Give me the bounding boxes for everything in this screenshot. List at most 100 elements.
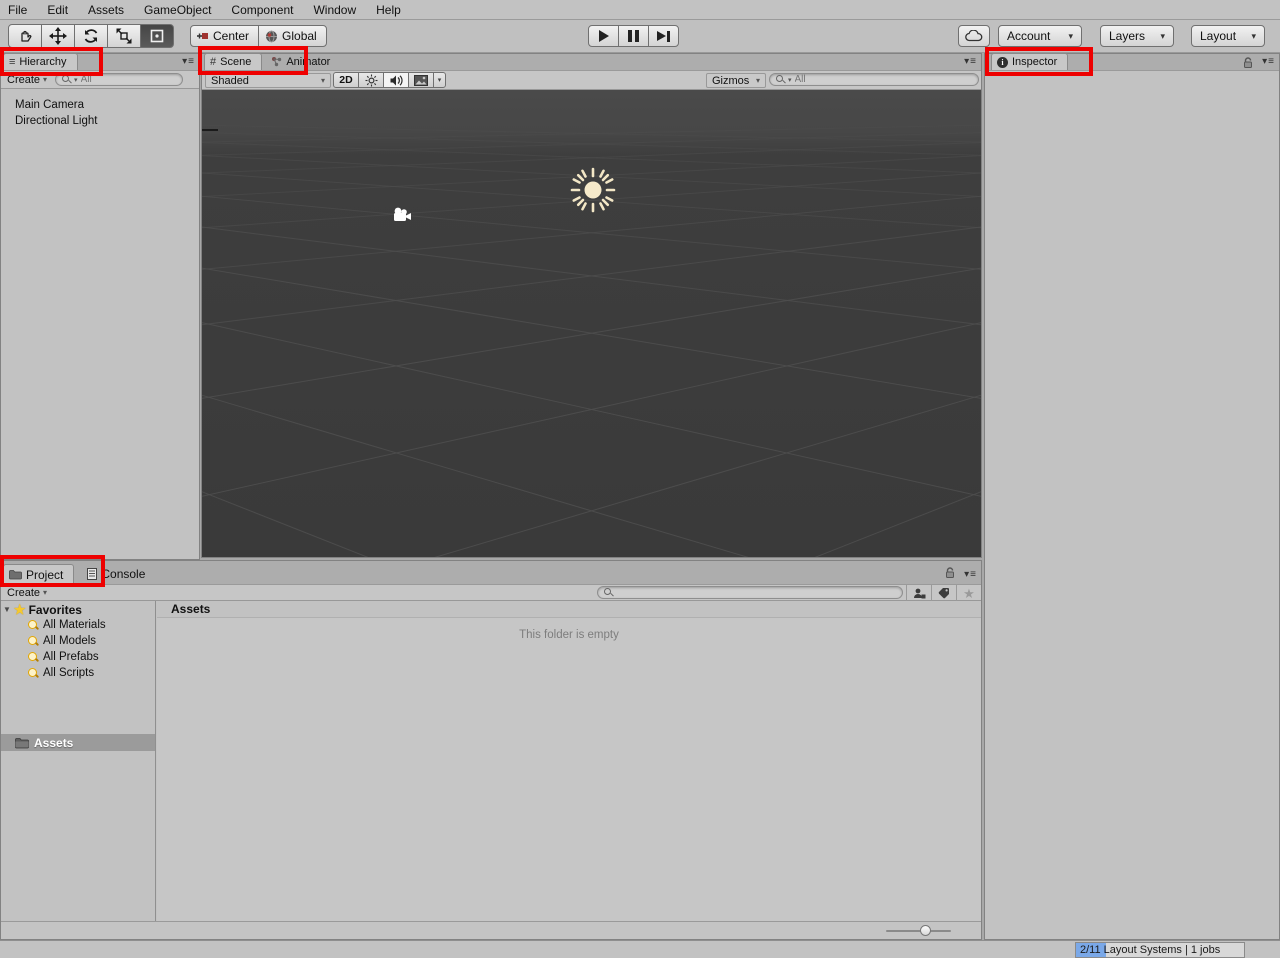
folder-icon	[9, 569, 22, 580]
toggle-2d-button[interactable]: 2D	[333, 72, 359, 88]
scene-audio-button[interactable]	[383, 72, 409, 88]
status-message: 2/11 Layout Systems | 1 jobs	[1080, 944, 1220, 956]
background-tasks-status[interactable]: 2/11 Layout Systems | 1 jobs	[1075, 942, 1245, 958]
project-search-field[interactable]	[597, 586, 903, 599]
layout-dropdown[interactable]: Layout ▾	[1191, 25, 1265, 47]
step-icon	[657, 31, 670, 42]
assets-pane[interactable]: Assets This folder is empty	[157, 601, 981, 921]
scene-search-field[interactable]: ▾	[769, 73, 979, 86]
hierarchy-panel: ≡ Hierarchy ▾≡ Create ▾ ▾ Main Camera Di…	[0, 53, 200, 560]
directional-light-gizmo[interactable]	[570, 167, 616, 213]
grid-hash-icon: #	[210, 56, 216, 68]
favorite-all-prefabs[interactable]: All Prefabs	[1, 649, 155, 665]
hierarchy-create-dropdown[interactable]: Create ▾	[1, 71, 53, 88]
favorites-header[interactable]: ▼ ★ Favorites	[1, 602, 155, 617]
favorite-all-scripts[interactable]: All Scripts	[1, 665, 155, 681]
scene-effects-button[interactable]	[408, 72, 434, 88]
play-button[interactable]	[588, 25, 619, 47]
draw-mode-dropdown[interactable]: Shaded ▾	[205, 73, 331, 88]
menu-gameobject[interactable]: GameObject	[134, 0, 221, 20]
gizmos-dropdown[interactable]: Gizmos ▾	[706, 73, 766, 88]
tab-hierarchy[interactable]: ≡ Hierarchy	[3, 53, 78, 70]
rect-tool-button[interactable]	[140, 24, 174, 48]
step-button[interactable]	[648, 25, 679, 47]
expander-icon[interactable]: ▼	[3, 605, 11, 614]
menu-help[interactable]: Help	[366, 0, 411, 20]
thumbnail-zoom-slider[interactable]	[886, 930, 951, 932]
favorite-all-materials[interactable]: All Materials	[1, 617, 155, 633]
image-icon	[414, 75, 428, 86]
panel-menu-icon[interactable]: ▾≡	[1262, 56, 1275, 67]
pause-button[interactable]	[618, 25, 649, 47]
hierarchy-item-directional-light[interactable]: Directional Light	[1, 113, 199, 129]
search-by-type-icon	[913, 588, 926, 599]
create-label: Create	[7, 74, 40, 86]
lock-icon[interactable]	[1243, 57, 1253, 69]
scale-tool-button[interactable]	[107, 24, 141, 48]
camera-gizmo[interactable]	[390, 206, 414, 223]
hierarchy-search-input[interactable]	[81, 74, 176, 85]
pivot-center-button[interactable]: Center	[190, 25, 259, 47]
sun-icon	[365, 74, 378, 87]
layers-dropdown[interactable]: Layers ▾	[1100, 25, 1174, 47]
menu-component[interactable]: Component	[221, 0, 303, 20]
menu-file[interactable]: File	[8, 0, 37, 20]
menu-bar: File Edit Assets GameObject Component Wi…	[0, 0, 1280, 20]
favorite-all-models[interactable]: All Models	[1, 633, 155, 649]
menu-edit[interactable]: Edit	[37, 0, 78, 20]
account-label: Account	[1007, 29, 1050, 43]
panel-menu-icon[interactable]: ▾≡	[964, 569, 977, 580]
animator-tab-label: Animator	[286, 56, 330, 68]
search-by-type-button[interactable]	[906, 585, 931, 601]
favorites-label: Favorites	[29, 603, 82, 617]
scene-panel: # Scene Animator ▾≡ Shaded ▾ 2D	[201, 53, 982, 558]
assets-root-folder[interactable]: Assets	[1, 734, 155, 751]
project-create-dropdown[interactable]: Create ▾	[1, 585, 53, 600]
project-filter-buttons: ★	[906, 585, 981, 601]
search-icon	[62, 75, 71, 84]
scene-viewport[interactable]	[202, 90, 981, 557]
tab-console[interactable]: Console	[82, 564, 155, 584]
hierarchy-search-field[interactable]: ▾	[55, 73, 183, 86]
cloud-services-button[interactable]	[958, 25, 990, 47]
search-by-label-button[interactable]	[931, 585, 956, 601]
panel-menu-icon[interactable]: ▾≡	[964, 56, 977, 67]
menu-window[interactable]: Window	[303, 0, 366, 20]
tab-scene[interactable]: # Scene	[204, 53, 262, 70]
orientation-global-button[interactable]: Global	[258, 25, 327, 47]
rotate-icon	[82, 27, 100, 45]
animator-icon	[271, 56, 282, 67]
assets-pane-header: Assets	[157, 601, 981, 618]
project-toolbar: Create ▾	[1, 585, 981, 601]
lock-icon[interactable]	[945, 567, 955, 579]
hierarchy-tab-label: Hierarchy	[19, 56, 66, 68]
tab-inspector[interactable]: i Inspector	[991, 53, 1068, 70]
menu-assets[interactable]: Assets	[78, 0, 134, 20]
scene-lighting-button[interactable]	[358, 72, 384, 88]
search-filter-arrow-icon: ▾	[74, 76, 78, 84]
assets-root-label: Assets	[34, 736, 73, 750]
hierarchy-tabstrip: ≡ Hierarchy ▾≡	[1, 54, 199, 71]
slider-knob[interactable]	[920, 925, 931, 936]
scene-effects-dropdown[interactable]: ▾	[433, 72, 446, 88]
account-dropdown[interactable]: Account ▾	[998, 25, 1082, 47]
hierarchy-item-main-camera[interactable]: Main Camera	[1, 97, 199, 113]
status-bar: 2/11 Layout Systems | 1 jobs	[0, 940, 1280, 958]
tab-project[interactable]: Project	[3, 564, 74, 584]
search-icon	[604, 588, 613, 597]
hand-tool-button[interactable]	[8, 24, 42, 48]
inspector-tabstrip: i Inspector ▾≡	[985, 54, 1279, 71]
scene-search-input[interactable]	[795, 74, 972, 85]
search-filter-icon	[27, 667, 39, 679]
saved-search-star-button[interactable]: ★	[956, 585, 981, 601]
empty-folder-message: This folder is empty	[157, 629, 981, 641]
favorites-star-icon: ★	[14, 603, 26, 616]
rotate-tool-button[interactable]	[74, 24, 108, 48]
pause-icon	[628, 30, 639, 42]
move-tool-button[interactable]	[41, 24, 75, 48]
tab-animator[interactable]: Animator	[266, 53, 340, 70]
panel-menu-icon[interactable]: ▾≡	[182, 56, 195, 67]
search-filter-icon	[27, 651, 39, 663]
stray-mark	[202, 129, 218, 131]
project-search-input[interactable]	[616, 587, 896, 598]
